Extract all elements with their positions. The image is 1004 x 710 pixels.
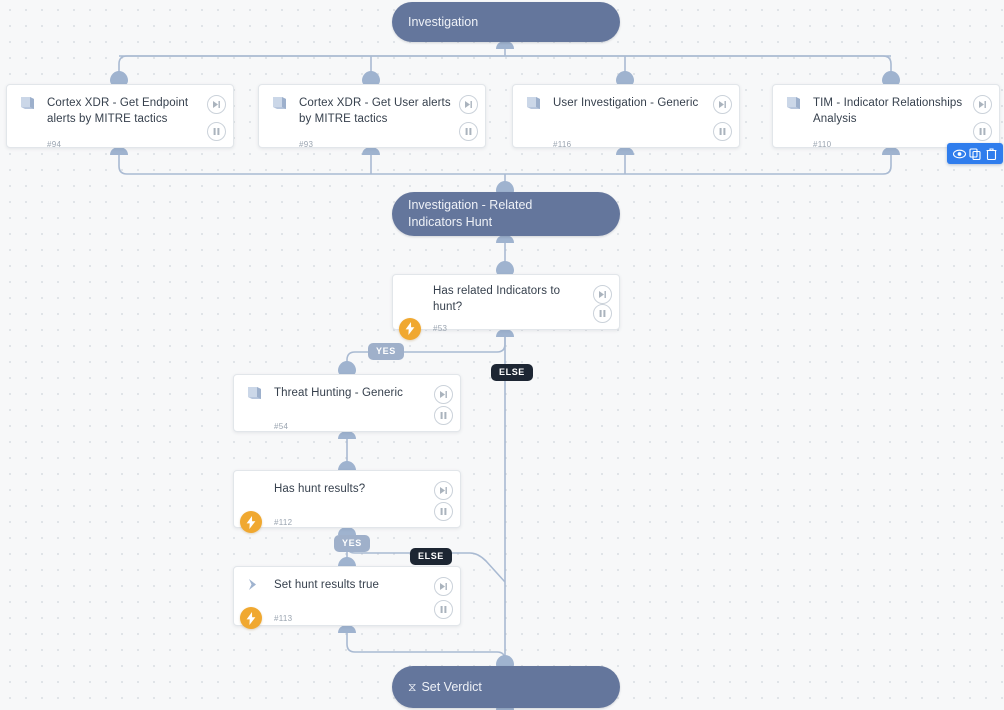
- pause-icon[interactable]: [434, 502, 453, 521]
- section-node-investigation[interactable]: Investigation: [392, 2, 620, 42]
- skip-to-next-icon[interactable]: [434, 481, 453, 500]
- task-card-116[interactable]: User Investigation - Generic #116: [512, 84, 740, 149]
- task-card-header: Set hunt results true: [234, 567, 460, 605]
- task-id: #116: [553, 139, 572, 149]
- section-node-set-verdict[interactable]: ⧖ Set Verdict: [392, 666, 620, 708]
- task-card-footer: #93: [259, 131, 485, 157]
- task-card-53[interactable]: Has related Indicators to hunt? #53: [392, 274, 620, 340]
- bolt-badge-icon: [240, 511, 262, 533]
- task-title: Threat Hunting - Generic: [274, 387, 403, 399]
- task-card-113[interactable]: Set hunt results true #113: [233, 566, 461, 629]
- task-card-header: Cortex XDR - Get Endpoint alerts by MITR…: [7, 85, 233, 131]
- playbook-canvas[interactable]: Investigation Investigation - Related In…: [0, 0, 1004, 710]
- hourglass-icon: ⧖: [408, 679, 417, 694]
- pause-icon[interactable]: [434, 406, 453, 425]
- section-label: Investigation - Related Indicators Hunt: [408, 197, 532, 231]
- edge-label-else-2[interactable]: ELSE: [410, 548, 452, 565]
- task-card-94[interactable]: Cortex XDR - Get Endpoint alerts by MITR…: [6, 84, 234, 149]
- section-node-related-indicators-hunt[interactable]: Investigation - Related Indicators Hunt: [392, 192, 620, 236]
- condition-diamond-icon: [246, 482, 268, 500]
- task-card-112[interactable]: Has hunt results? #112: [233, 470, 461, 533]
- task-title: User Investigation - Generic: [553, 97, 699, 109]
- task-card-header: Has hunt results?: [234, 471, 460, 509]
- playbook-icon: [19, 96, 41, 116]
- task-card-header: Cortex XDR - Get User alerts by MITRE ta…: [259, 85, 485, 131]
- pause-icon[interactable]: [973, 122, 992, 141]
- task-card-footer: #94: [7, 131, 233, 157]
- task-card-110[interactable]: TIM - Indicator Relationships Analysis #…: [772, 84, 1000, 149]
- section-label: Set Verdict: [421, 679, 482, 694]
- pause-icon[interactable]: [713, 122, 732, 141]
- task-card-header: Threat Hunting - Generic: [234, 375, 460, 413]
- task-title: Has hunt results?: [274, 483, 366, 495]
- pause-icon[interactable]: [434, 600, 453, 619]
- delete-icon[interactable]: [983, 146, 999, 161]
- task-title: TIM - Indicator Relationships Analysis: [813, 97, 963, 126]
- automation-arrow-icon: [246, 578, 268, 596]
- bolt-badge-icon: [240, 607, 262, 629]
- copy-icon[interactable]: [967, 146, 983, 161]
- task-card-footer: #54: [234, 413, 460, 439]
- playbook-icon: [525, 96, 547, 116]
- skip-to-next-icon[interactable]: [593, 285, 612, 304]
- skip-to-next-icon[interactable]: [973, 95, 992, 114]
- section-label-line1: Investigation - Related: [408, 198, 533, 213]
- task-title: Has related Indicators to hunt?: [433, 285, 561, 314]
- skip-to-next-icon[interactable]: [207, 95, 226, 114]
- task-card-footer: #116: [513, 131, 739, 157]
- task-card-93[interactable]: Cortex XDR - Get User alerts by MITRE ta…: [258, 84, 486, 149]
- skip-to-next-icon[interactable]: [713, 95, 732, 114]
- pause-icon[interactable]: [207, 122, 226, 141]
- task-card-header: Has related Indicators to hunt?: [393, 275, 619, 316]
- task-id: #93: [299, 139, 314, 149]
- bolt-badge-icon: [399, 317, 421, 340]
- task-card-header: User Investigation - Generic: [513, 85, 739, 131]
- edge-label-yes-2[interactable]: YES: [334, 535, 370, 552]
- playbook-icon: [785, 96, 807, 116]
- task-card-footer: #113: [234, 605, 460, 631]
- task-card-footer: #53: [393, 316, 619, 342]
- skip-to-next-icon[interactable]: [459, 95, 478, 114]
- task-card-footer: #112: [234, 509, 460, 535]
- edge-label-yes-1[interactable]: YES: [368, 343, 404, 360]
- pause-icon[interactable]: [459, 122, 478, 141]
- view-icon[interactable]: [951, 146, 967, 161]
- task-card-header: TIM - Indicator Relationships Analysis: [773, 85, 999, 131]
- task-id: #94: [47, 139, 62, 149]
- section-label: Investigation: [408, 14, 479, 29]
- skip-to-next-icon[interactable]: [434, 385, 453, 404]
- task-id: #110: [813, 139, 832, 149]
- condition-diamond-icon: [405, 284, 427, 302]
- skip-to-next-icon[interactable]: [434, 577, 453, 596]
- task-title: Cortex XDR - Get Endpoint alerts by MITR…: [47, 97, 189, 126]
- playbook-icon: [246, 386, 268, 406]
- playbook-icon: [271, 96, 293, 116]
- section-label-line2: Indicators Hunt: [408, 215, 493, 229]
- task-id: #54: [274, 421, 289, 431]
- pause-icon[interactable]: [593, 304, 612, 323]
- edge-label-else-1[interactable]: ELSE: [491, 364, 533, 381]
- task-title: Set hunt results true: [274, 579, 380, 591]
- task-title: Cortex XDR - Get User alerts by MITRE ta…: [299, 97, 451, 126]
- task-card-54[interactable]: Threat Hunting - Generic #54: [233, 374, 461, 432]
- node-hover-toolbar[interactable]: [947, 143, 1003, 164]
